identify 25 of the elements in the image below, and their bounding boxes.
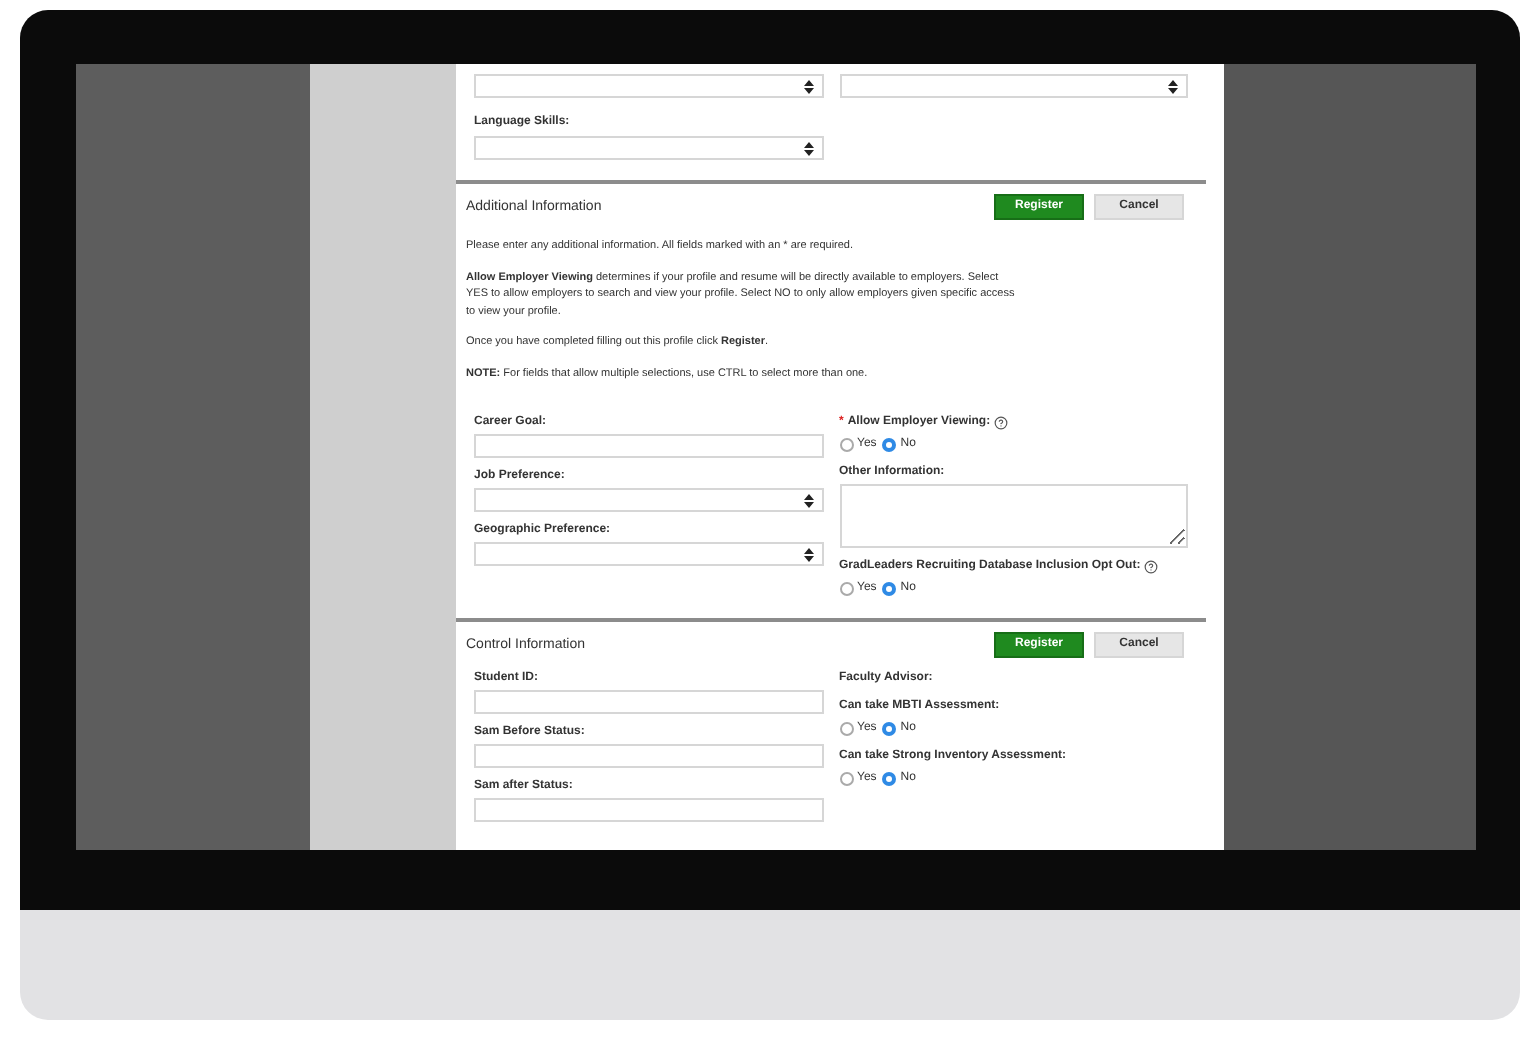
dropdown-field[interactable]: [839, 74, 1188, 98]
sort-arrows-icon: [803, 493, 813, 507]
help-icon[interactable]: [994, 416, 1009, 430]
radio-button[interactable]: [882, 582, 897, 596]
radio-button[interactable]: [882, 438, 897, 452]
dropdown-field[interactable]: [474, 488, 823, 512]
help-icon[interactable]: [1144, 560, 1159, 574]
radio-button[interactable]: [839, 438, 853, 452]
dropdown-field[interactable]: [474, 136, 823, 160]
input-field[interactable]: [474, 798, 823, 822]
radio-button[interactable]: [839, 722, 853, 736]
input-field[interactable]: [474, 744, 823, 768]
input-field[interactable]: [474, 434, 823, 458]
sort-arrows-icon: [803, 141, 813, 155]
input-field[interactable]: [474, 690, 823, 714]
sort-arrows-icon: [803, 547, 813, 561]
radio-button[interactable]: [839, 772, 853, 786]
text-area[interactable]: [839, 484, 1188, 548]
dropdown-field[interactable]: [474, 542, 823, 566]
radio-button[interactable]: [882, 772, 897, 786]
radio-button[interactable]: [882, 722, 897, 736]
sort-arrows-icon: [803, 79, 813, 93]
radio-button[interactable]: [839, 582, 853, 596]
dropdown-field[interactable]: [474, 74, 823, 98]
sort-arrows-icon: [1168, 79, 1178, 93]
